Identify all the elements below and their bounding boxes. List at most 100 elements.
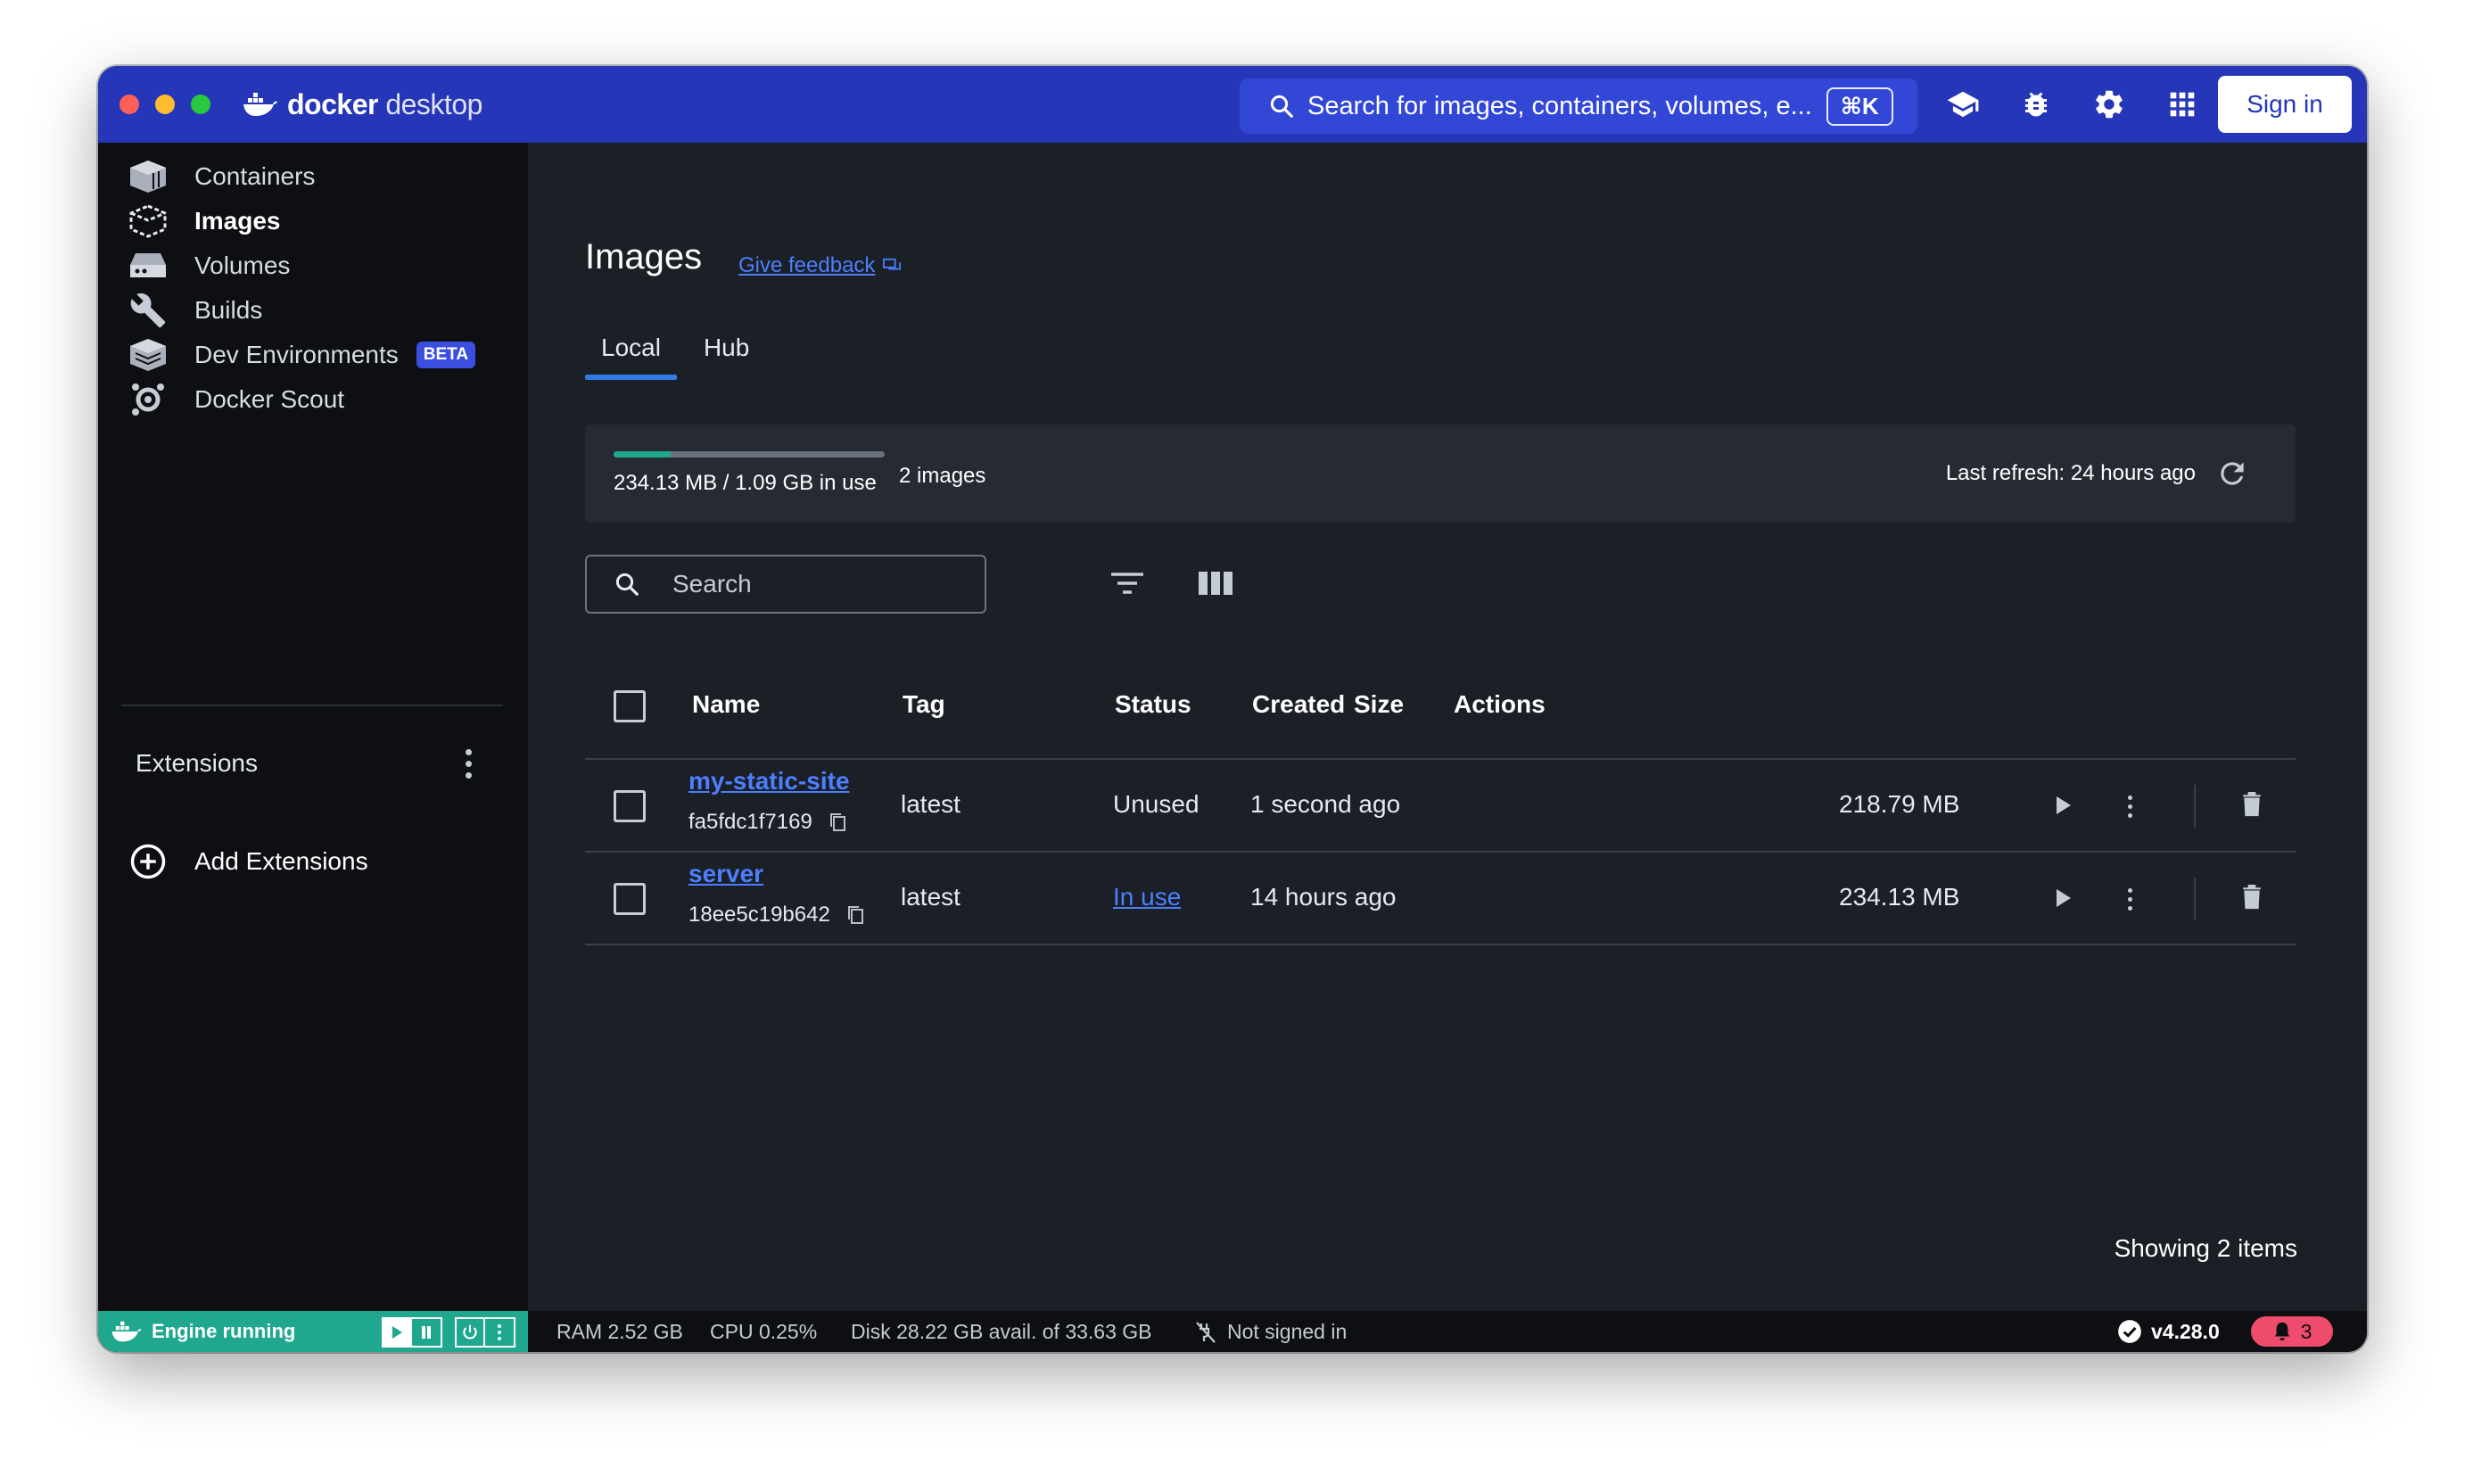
image-tag: latest — [901, 790, 960, 818]
docker-scout-icon — [127, 378, 169, 421]
notifications-count: 3 — [2300, 1319, 2312, 1343]
image-created: 14 hours ago — [1250, 883, 1397, 911]
image-size: 218.79 MB — [1839, 790, 1960, 818]
engine-controls — [382, 1317, 515, 1348]
image-id: fa5fdc1f7169 — [688, 810, 848, 835]
apps-grid-icon[interactable] — [2160, 82, 2205, 127]
column-header-size[interactable]: Size — [1354, 690, 1404, 719]
copy-icon[interactable] — [846, 904, 866, 926]
logo-word-docker: docker — [287, 87, 378, 120]
maximize-window-button[interactable] — [191, 95, 210, 114]
search-icon — [615, 573, 639, 596]
run-icon[interactable] — [2053, 886, 2073, 914]
extensions-more-icon[interactable] — [455, 744, 482, 783]
ram-usage: RAM 2.52 GB — [556, 1320, 683, 1343]
search-shortcut-badge: ⌘K — [1826, 87, 1893, 126]
troubleshoot-icon[interactable] — [2014, 82, 2058, 127]
images-table: Name Tag Status Created Size Actions my-… — [585, 651, 2296, 945]
sidebar: Containers Images Volumes Builds Dev Env… — [98, 143, 528, 1311]
sidebar-item-label: Containers — [194, 162, 316, 190]
learning-center-icon[interactable] — [1941, 82, 1985, 127]
minimize-window-button[interactable] — [155, 95, 175, 114]
add-extensions-button[interactable]: Add Extensions — [127, 835, 368, 888]
engine-more-icon[interactable] — [485, 1317, 515, 1348]
sign-in-button[interactable]: Sign in — [2218, 76, 2352, 133]
last-refresh-text: Last refresh: 24 hours ago — [1945, 461, 2196, 485]
image-name-link[interactable]: my-static-site — [688, 767, 850, 796]
status-footer: Engine running RAM 2.52 GB CPU 0.25% Dis… — [98, 1311, 2367, 1352]
builds-icon — [127, 289, 169, 332]
logo-word-desktop: desktop — [385, 87, 482, 120]
feedback-icon — [883, 258, 902, 270]
refresh-icon[interactable] — [2215, 457, 2249, 491]
image-status-in-use-link[interactable]: In use — [1113, 883, 1181, 911]
sidebar-item-label: Volumes — [194, 251, 291, 279]
row-checkbox[interactable] — [614, 790, 646, 822]
add-extensions-label: Add Extensions — [194, 847, 368, 875]
engine-power-icon[interactable] — [455, 1317, 485, 1348]
version-status[interactable]: v4.28.0 — [2117, 1319, 2220, 1344]
version-text: v4.28.0 — [2151, 1319, 2220, 1343]
actions-divider — [2194, 878, 2196, 920]
image-created: 1 second ago — [1250, 790, 1401, 818]
disk-usage: Disk 28.22 GB avail. of 33.63 GB — [851, 1320, 1152, 1343]
window-controls — [120, 95, 210, 114]
sidebar-item-label: Images — [194, 207, 281, 235]
more-options-icon[interactable] — [2121, 883, 2139, 915]
actions-divider — [2194, 785, 2196, 828]
cpu-usage: CPU 0.25% — [710, 1320, 818, 1343]
image-id-text: 18ee5c19b642 — [688, 903, 830, 927]
dev-environments-icon — [127, 334, 169, 376]
main-content: Images Give feedback Local Hub 234.13 MB… — [528, 143, 2367, 1311]
run-icon[interactable] — [2053, 794, 2073, 821]
column-header-tag[interactable]: Tag — [903, 690, 945, 719]
image-search-box[interactable] — [585, 555, 986, 614]
sidebar-item-label: Dev Environments — [194, 341, 399, 368]
give-feedback-link[interactable]: Give feedback — [738, 253, 902, 278]
tab-hub[interactable]: Hub — [688, 334, 765, 387]
title-bar: docker desktop Search for images, contai… — [98, 66, 2367, 143]
showing-items-count: Showing 2 items — [2114, 1234, 2297, 1262]
sign-in-status: Not signed in — [1195, 1320, 1347, 1344]
tab-local[interactable]: Local — [585, 334, 677, 387]
select-all-checkbox[interactable] — [614, 690, 646, 722]
table-header: Name Tag Status Created Size Actions — [585, 651, 2296, 760]
docker-desktop-window: docker desktop Search for images, contai… — [98, 66, 2367, 1352]
extensions-heading: Extensions — [136, 749, 258, 777]
column-header-name[interactable]: Name — [692, 690, 760, 719]
image-name-link[interactable]: server — [688, 860, 763, 888]
columns-icon[interactable] — [1197, 569, 1234, 602]
images-icon — [127, 200, 169, 243]
sidebar-item-docker-scout[interactable]: Docker Scout — [127, 373, 344, 426]
global-search-placeholder: Search for images, containers, volumes, … — [1307, 91, 1812, 120]
global-search-bar[interactable]: Search for images, containers, volumes, … — [1240, 78, 1917, 134]
delete-icon[interactable] — [2240, 788, 2263, 823]
titlebar-icons — [1941, 82, 2205, 127]
disk-usage-text: 234.13 MB / 1.09 GB in use — [614, 471, 877, 495]
copy-icon[interactable] — [829, 812, 848, 833]
column-header-status[interactable]: Status — [1115, 690, 1191, 719]
table-row: my-static-site fa5fdc1f7169 latest Unuse… — [585, 760, 2296, 853]
page-title: Images — [585, 237, 703, 276]
more-options-icon[interactable] — [2121, 790, 2139, 822]
containers-icon — [127, 155, 169, 198]
engine-status: Engine running — [98, 1311, 528, 1352]
disk-usage-fill — [614, 451, 671, 458]
close-window-button[interactable] — [120, 95, 139, 114]
docker-whale-icon — [111, 1321, 142, 1342]
filter-icon[interactable] — [1109, 569, 1145, 602]
delete-icon[interactable] — [2240, 881, 2263, 916]
column-header-created[interactable]: Created — [1252, 690, 1345, 719]
docker-logo: docker desktop — [243, 88, 482, 121]
engine-play-icon[interactable] — [382, 1317, 412, 1348]
notifications-badge[interactable]: 3 — [2251, 1316, 2333, 1347]
image-size: 234.13 MB — [1839, 883, 1960, 911]
engine-pause-icon[interactable] — [412, 1317, 442, 1348]
image-tabs: Local Hub — [585, 334, 765, 387]
image-count: 2 images — [899, 464, 986, 488]
bell-icon — [2274, 1322, 2289, 1341]
row-checkbox[interactable] — [614, 883, 646, 915]
settings-icon[interactable] — [2087, 82, 2131, 127]
not-signed-in-text: Not signed in — [1227, 1320, 1348, 1343]
image-search-input[interactable] — [672, 570, 958, 598]
